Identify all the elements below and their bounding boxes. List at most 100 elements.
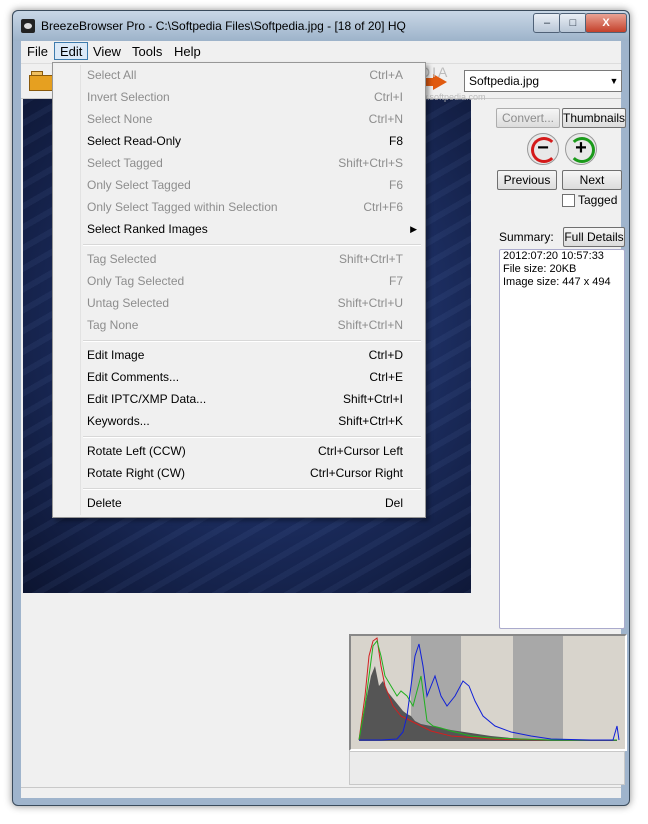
menu-item-label: Tag None — [87, 318, 139, 332]
menu-item-select-read-only[interactable]: Select Read-Only F8 — [87, 131, 407, 151]
menu-item-label: Select Tagged — [87, 156, 163, 170]
menu-item-label: Select Ranked Images — [87, 222, 208, 236]
file-combo-value: Softpedia.jpg — [469, 74, 540, 88]
camera-app-icon — [21, 19, 35, 33]
summary-file-size: File size: 20KB — [503, 263, 577, 275]
edit-menu-dropdown: Select All Ctrl+A Invert Selection Ctrl+I Se… — [52, 62, 426, 518]
menu-item-shortcut: Ctrl+I — [373, 90, 403, 104]
summary-panel: 2012:07:20 10:57:33 File size: 20KB Imag… — [499, 249, 625, 629]
menu-item-label: Rotate Right (CW) — [87, 466, 186, 480]
menu-item-shortcut: Del — [384, 496, 403, 510]
menu-help[interactable]: Help — [169, 43, 206, 60]
menu-separator — [83, 244, 421, 246]
menu-item-tag-none[interactable]: Tag None Shift+Ctrl+N — [87, 315, 407, 335]
menu-item-label: Keywords... — [87, 414, 150, 428]
menu-bar: File Edit View Tools Help — [21, 41, 621, 61]
menu-item-select-ranked-images[interactable]: Select Ranked Images ▶ — [87, 219, 417, 239]
close-button[interactable]: X — [585, 13, 627, 33]
minus-symbol: − — [537, 137, 549, 159]
menu-edit[interactable]: Edit — [54, 42, 89, 60]
minimize-button[interactable]: – — [533, 13, 561, 33]
menu-item-shortcut: F8 — [388, 134, 403, 148]
menu-item-only-select-tagged[interactable]: Only Select Tagged F6 — [87, 175, 407, 195]
menu-item-edit-image[interactable]: Edit Image Ctrl+D — [87, 345, 407, 365]
menu-item-invert-selection[interactable]: Invert Selection Ctrl+I — [87, 87, 407, 107]
menu-item-shortcut: F6 — [388, 178, 403, 192]
tagged-checkbox[interactable] — [562, 194, 575, 207]
menu-item-label: Only Select Tagged within Selection — [87, 200, 278, 214]
menu-item-shortcut: Ctrl+E — [369, 370, 403, 384]
summary-label: Summary: — [499, 230, 554, 244]
menu-item-shortcut: Shift+Ctrl+I — [342, 392, 403, 406]
convert-button[interactable]: Convert... — [496, 108, 560, 128]
open-folder-icon[interactable] — [29, 69, 53, 91]
menu-separator — [83, 488, 421, 490]
menu-item-label: Rotate Left (CCW) — [87, 444, 186, 458]
menu-item-shortcut: Ctrl+A — [369, 68, 403, 82]
menu-item-tag-selected[interactable]: Tag Selected Shift+Ctrl+T — [87, 249, 407, 269]
menu-item-shortcut: Shift+Ctrl+T — [338, 252, 403, 266]
menu-item-only-tag-selected[interactable]: Only Tag Selected F7 — [87, 271, 407, 291]
thumbnails-button[interactable]: Thumbnails — [562, 108, 626, 128]
menu-item-rotate-left-ccw[interactable]: Rotate Left (CCW) Ctrl+Cursor Left — [87, 441, 407, 461]
menu-item-label: Select Read-Only — [87, 134, 182, 148]
menu-item-shortcut: Ctrl+F6 — [363, 200, 403, 214]
menu-item-label: Only Select Tagged — [87, 178, 191, 192]
file-combo[interactable]: Softpedia.jpg ▼ — [464, 70, 622, 92]
histogram-band-2 — [513, 636, 563, 741]
summary-date: 2012:07:20 10:57:33 — [503, 250, 604, 262]
histogram-secondary-panel — [349, 751, 625, 785]
next-button[interactable]: Next — [562, 170, 622, 190]
menu-item-label: Select None — [87, 112, 153, 126]
menu-item-label: Invert Selection — [87, 90, 170, 104]
menu-item-only-select-tagged-within-selection[interactable]: Only Select Tagged within Selection Ctrl+… — [87, 197, 407, 217]
tagged-label: Tagged — [578, 193, 618, 207]
menu-item-delete[interactable]: Delete Del — [87, 493, 407, 513]
menu-item-shortcut: Ctrl+D — [368, 348, 403, 362]
menu-item-select-all[interactable]: Select All Ctrl+A — [87, 65, 407, 85]
summary-image-size: Image size: 447 x 494 — [503, 276, 611, 288]
menu-item-edit-iptc-xmp-data[interactable]: Edit IPTC/XMP Data... Shift+Ctrl+I — [87, 389, 407, 409]
full-details-button[interactable]: Full Details — [563, 227, 625, 247]
menu-tools[interactable]: Tools — [127, 43, 167, 60]
menu-item-shortcut: F7 — [388, 274, 403, 288]
menu-item-shortcut: Shift+Ctrl+N — [337, 318, 403, 332]
histogram — [349, 634, 627, 751]
menu-item-label: Only Tag Selected — [87, 274, 185, 288]
menu-item-edit-comments[interactable]: Edit Comments... Ctrl+E — [87, 367, 407, 387]
menu-item-select-none[interactable]: Select None Ctrl+N — [87, 109, 407, 129]
menu-item-label: Delete — [87, 496, 122, 510]
menu-item-label: Edit IPTC/XMP Data... — [87, 392, 207, 406]
menu-icon-strip — [55, 65, 81, 515]
previous-button[interactable]: Previous — [497, 170, 557, 190]
plus-symbol: + — [575, 137, 587, 159]
chevron-down-icon[interactable]: ▼ — [607, 71, 621, 91]
menu-item-rotate-right-cw[interactable]: Rotate Right (CW) Ctrl+Cursor Right — [87, 463, 407, 483]
menu-view[interactable]: View — [88, 43, 126, 60]
menu-item-label: Tag Selected — [87, 252, 157, 266]
menu-item-label: Edit Comments... — [87, 370, 180, 384]
menu-separator — [83, 340, 421, 342]
menu-separator — [83, 436, 421, 438]
maximize-button[interactable]: □ — [559, 13, 587, 33]
menu-item-shortcut: Ctrl+N — [368, 112, 403, 126]
menu-file[interactable]: File — [22, 43, 53, 60]
submenu-arrow-icon: ▶ — [410, 224, 417, 234]
menu-item-shortcut: Shift+Ctrl+U — [337, 296, 403, 310]
menu-item-label: Edit Image — [87, 348, 145, 362]
menu-item-label: Untag Selected — [87, 296, 170, 310]
menu-item-keywords[interactable]: Keywords... Shift+Ctrl+K — [87, 411, 407, 431]
menu-item-untag-selected[interactable]: Untag Selected Shift+Ctrl+U — [87, 293, 407, 313]
menu-item-shortcut: Ctrl+Cursor Right — [309, 466, 403, 480]
title-bar[interactable]: BreezeBrowser Pro - C:\Softpedia Files\S… — [13, 11, 629, 41]
status-bar — [21, 787, 621, 798]
rotate-right-icon[interactable]: + — [565, 133, 597, 165]
luminance-area — [359, 666, 617, 741]
menu-item-shortcut: Shift+Ctrl+S — [338, 156, 403, 170]
menu-item-label: Select All — [87, 68, 137, 82]
rotate-left-icon[interactable]: − — [527, 133, 559, 165]
window-title: BreezeBrowser Pro - C:\Softpedia Files\S… — [41, 19, 406, 33]
menu-item-shortcut: Shift+Ctrl+K — [338, 414, 403, 428]
menu-item-select-tagged[interactable]: Select Tagged Shift+Ctrl+S — [87, 153, 407, 173]
menu-item-shortcut: Ctrl+Cursor Left — [317, 444, 403, 458]
